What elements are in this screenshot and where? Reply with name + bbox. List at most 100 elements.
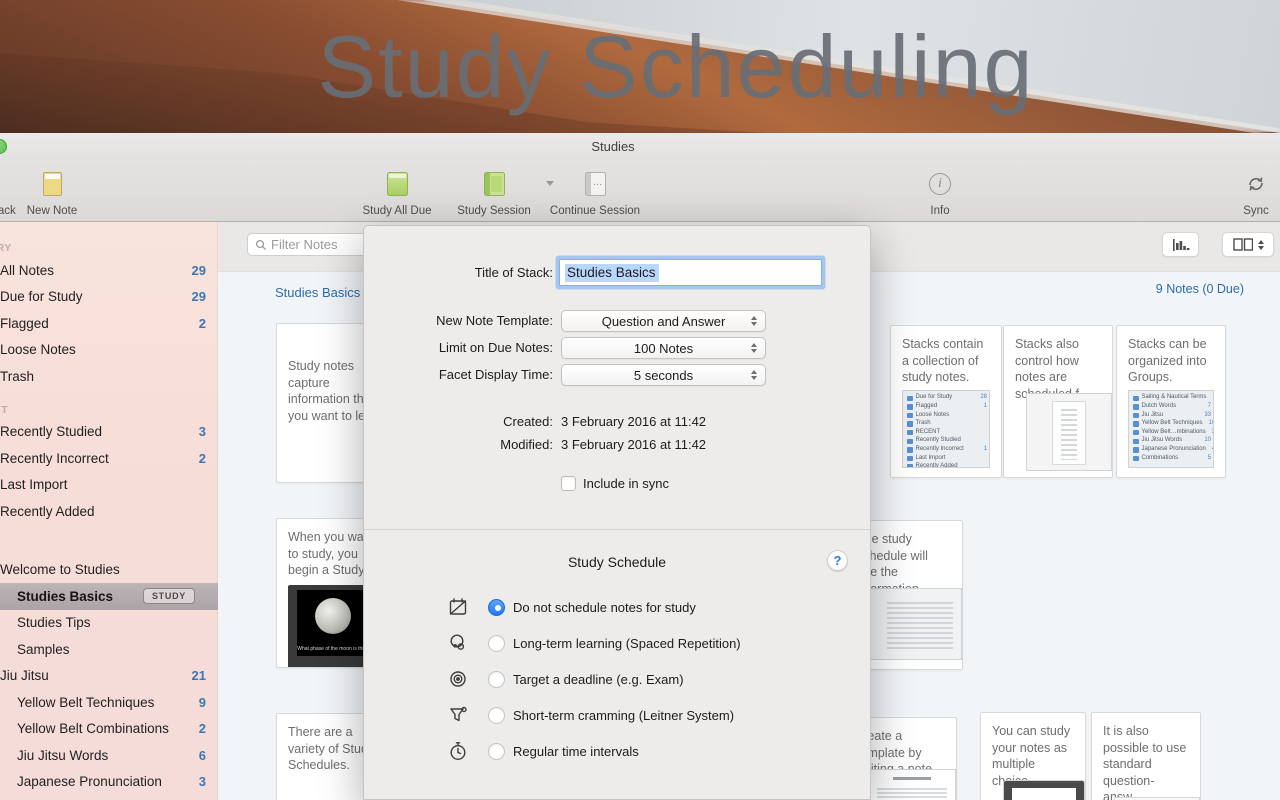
mini-row: Recently Studied <box>907 437 987 446</box>
sidebar-row[interactable]: Flagged 2 <box>0 310 218 337</box>
sidebar-row-count: 2 <box>199 316 206 331</box>
sidebar-row[interactable]: Recently Incorrect 2 <box>0 445 218 472</box>
sidebar-row-count: 2 <box>199 721 206 736</box>
sidebar-row[interactable]: Samples <box>0 636 218 663</box>
schedule-option-label: Short-term cramming (Leitner System) <box>513 708 734 723</box>
sidebar-row[interactable]: Jiu Jitsu Words 6 <box>0 742 218 769</box>
sidebar-row[interactable]: Jiu Jitsu 21 <box>0 663 218 690</box>
sidebar-row-label: Yellow Belt Techniques <box>17 695 154 710</box>
popup-button[interactable]: Question and Answer <box>561 310 766 332</box>
note-card[interactable]: Stacks contain a collection of study not… <box>890 325 1002 478</box>
mini-icon <box>907 456 913 462</box>
video-caption: What phase of the moon is this? <box>297 646 369 653</box>
sidebar-row[interactable]: Welcome to Studies <box>0 557 218 584</box>
sidebar-row[interactable]: All Notes 29 <box>0 257 218 284</box>
sync-button[interactable]: Sync <box>1226 164 1280 217</box>
sidebar-row[interactable]: Recently Added <box>0 498 218 525</box>
stack-section-link[interactable]: Studies Basics <box>275 285 360 300</box>
mini-icon <box>907 413 913 419</box>
include-in-sync-checkbox[interactable] <box>561 476 576 491</box>
view-options-button[interactable] <box>1222 232 1274 257</box>
new-note-button[interactable]: New Note <box>22 164 82 217</box>
study-session-button[interactable]: Study Session <box>446 164 542 217</box>
note-card[interactable]: Stacks also control how notes are schedu… <box>1003 325 1113 478</box>
schedule-option[interactable]: Regular time intervals <box>364 733 870 769</box>
note-card-text: You can study your notes as multiple cho… <box>992 724 1070 788</box>
sidebar-row[interactable]: Studies Tips <box>0 610 218 637</box>
popup-button[interactable]: 100 Notes <box>561 337 766 359</box>
radio-button[interactable] <box>488 671 505 688</box>
continue-book-icon <box>585 172 606 196</box>
sidebar-row-label: LIBRARY <box>0 242 12 254</box>
sidebar-row[interactable] <box>0 525 218 557</box>
schedule-option[interactable]: Short-term cramming (Leitner System) <box>364 697 870 733</box>
radio-button[interactable] <box>488 635 505 652</box>
note-card[interactable]: Stacks can be organized into Groups. Sai… <box>1116 325 1226 478</box>
mini-row: Jiu Jitsu Words 10 <box>1133 437 1211 446</box>
mini-row: Recently Incorrect 1 <box>907 446 987 455</box>
mini-row: Jiu Jitsu 33 <box>1133 411 1211 420</box>
title-of-stack-label: Title of Stack: <box>364 265 553 280</box>
mini-icon <box>907 464 913 468</box>
dialog-row: Limit on Due Notes: 100 Notes <box>364 337 870 359</box>
dialog-row: New Note Template: Question and Answer <box>364 310 870 332</box>
info-button[interactable]: i Info <box>910 164 970 217</box>
sidebar-row[interactable]: Japanese Pronunciation 3 <box>0 769 218 796</box>
note-card[interactable]: It is also possible to use standard ques… <box>1091 712 1201 800</box>
continue-session-button[interactable]: Continue Session <box>541 164 649 217</box>
section-divider <box>364 529 870 530</box>
sidebar-row[interactable]: LIBRARY <box>0 239 218 257</box>
sidebar-row-count: 3 <box>199 774 206 789</box>
note-card[interactable]: You can study your notes as multiple cho… <box>980 712 1086 800</box>
no-calendar-icon <box>447 596 469 618</box>
updown-chevrons-icon <box>1258 240 1264 250</box>
sidebar-row[interactable]: Loose Notes <box>0 337 218 364</box>
sidebar-row-label: Loose Notes <box>0 342 76 357</box>
statistics-button[interactable] <box>1162 232 1199 257</box>
mini-screenshot <box>868 769 956 800</box>
study-badge[interactable]: STUDY <box>143 588 195 604</box>
schedule-option[interactable]: Target a deadline (e.g. Exam) <box>364 661 870 697</box>
sidebar-row[interactable]: RECENT <box>0 401 218 419</box>
mini-row: Japanese Pronunciation 4 <box>1133 446 1211 455</box>
sidebar-row-label: Welcome to Studies <box>0 562 120 577</box>
back-label: Back <box>0 205 24 217</box>
sidebar-row[interactable]: Studies Basics STUDY <box>0 583 218 610</box>
mini-folder-icon <box>1133 396 1139 402</box>
dialog-row-label: Limit on Due Notes: <box>364 340 553 355</box>
study-schedule-heading: Study Schedule <box>364 554 870 570</box>
sidebar-row-label: Flagged <box>0 316 49 331</box>
traffic-light-green[interactable] <box>0 139 7 154</box>
sidebar-row[interactable]: Yellow Belt Combinations 2 <box>0 716 218 743</box>
study-all-due-button[interactable]: Study All Due <box>352 164 442 217</box>
info-icon: i <box>929 173 951 195</box>
sidebar: LIBRARY All Notes 29 Due for Study 29 Fl… <box>0 222 218 800</box>
sidebar-row[interactable]: Yellow Belt Techniques 9 <box>0 689 218 716</box>
sidebar-row[interactable]: Trash <box>0 363 218 390</box>
stopwatch-icon <box>447 740 469 762</box>
mini-row: Recently Added <box>907 463 987 468</box>
sidebar-row-label: Jiu Jitsu <box>0 668 49 683</box>
toolbar: Back New Note Study All Due Study Sessio… <box>0 160 1280 222</box>
help-button[interactable]: ? <box>827 550 848 571</box>
back-button[interactable]: Back <box>0 164 24 217</box>
mini-screenshot <box>1026 393 1112 471</box>
mini-folder-icon <box>1133 404 1139 410</box>
dialog-row-label: New Note Template: <box>364 313 553 328</box>
mini-row: Flagged 1 <box>907 403 987 412</box>
radio-button[interactable] <box>488 707 505 724</box>
note-card-text: Stacks also control how notes are schedu… <box>1015 337 1091 401</box>
target-icon <box>447 668 469 690</box>
updown-chevrons-icon <box>747 313 761 329</box>
sidebar-row[interactable]: Due for Study 29 <box>0 284 218 311</box>
radio-button[interactable] <box>488 743 505 760</box>
radio-button[interactable] <box>488 599 505 616</box>
sidebar-row[interactable]: Last Import <box>0 472 218 499</box>
stack-title-input[interactable]: Studies Basics <box>559 259 822 286</box>
popup-button[interactable]: 5 seconds <box>561 364 766 386</box>
mini-row: Combinations 5 <box>1133 454 1211 463</box>
titlebar[interactable]: Studies <box>0 133 1280 160</box>
schedule-option[interactable]: Long-term learning (Spaced Repetition) <box>364 625 870 661</box>
schedule-option[interactable]: Do not schedule notes for study <box>364 589 870 625</box>
sidebar-row[interactable]: Recently Studied 3 <box>0 419 218 446</box>
